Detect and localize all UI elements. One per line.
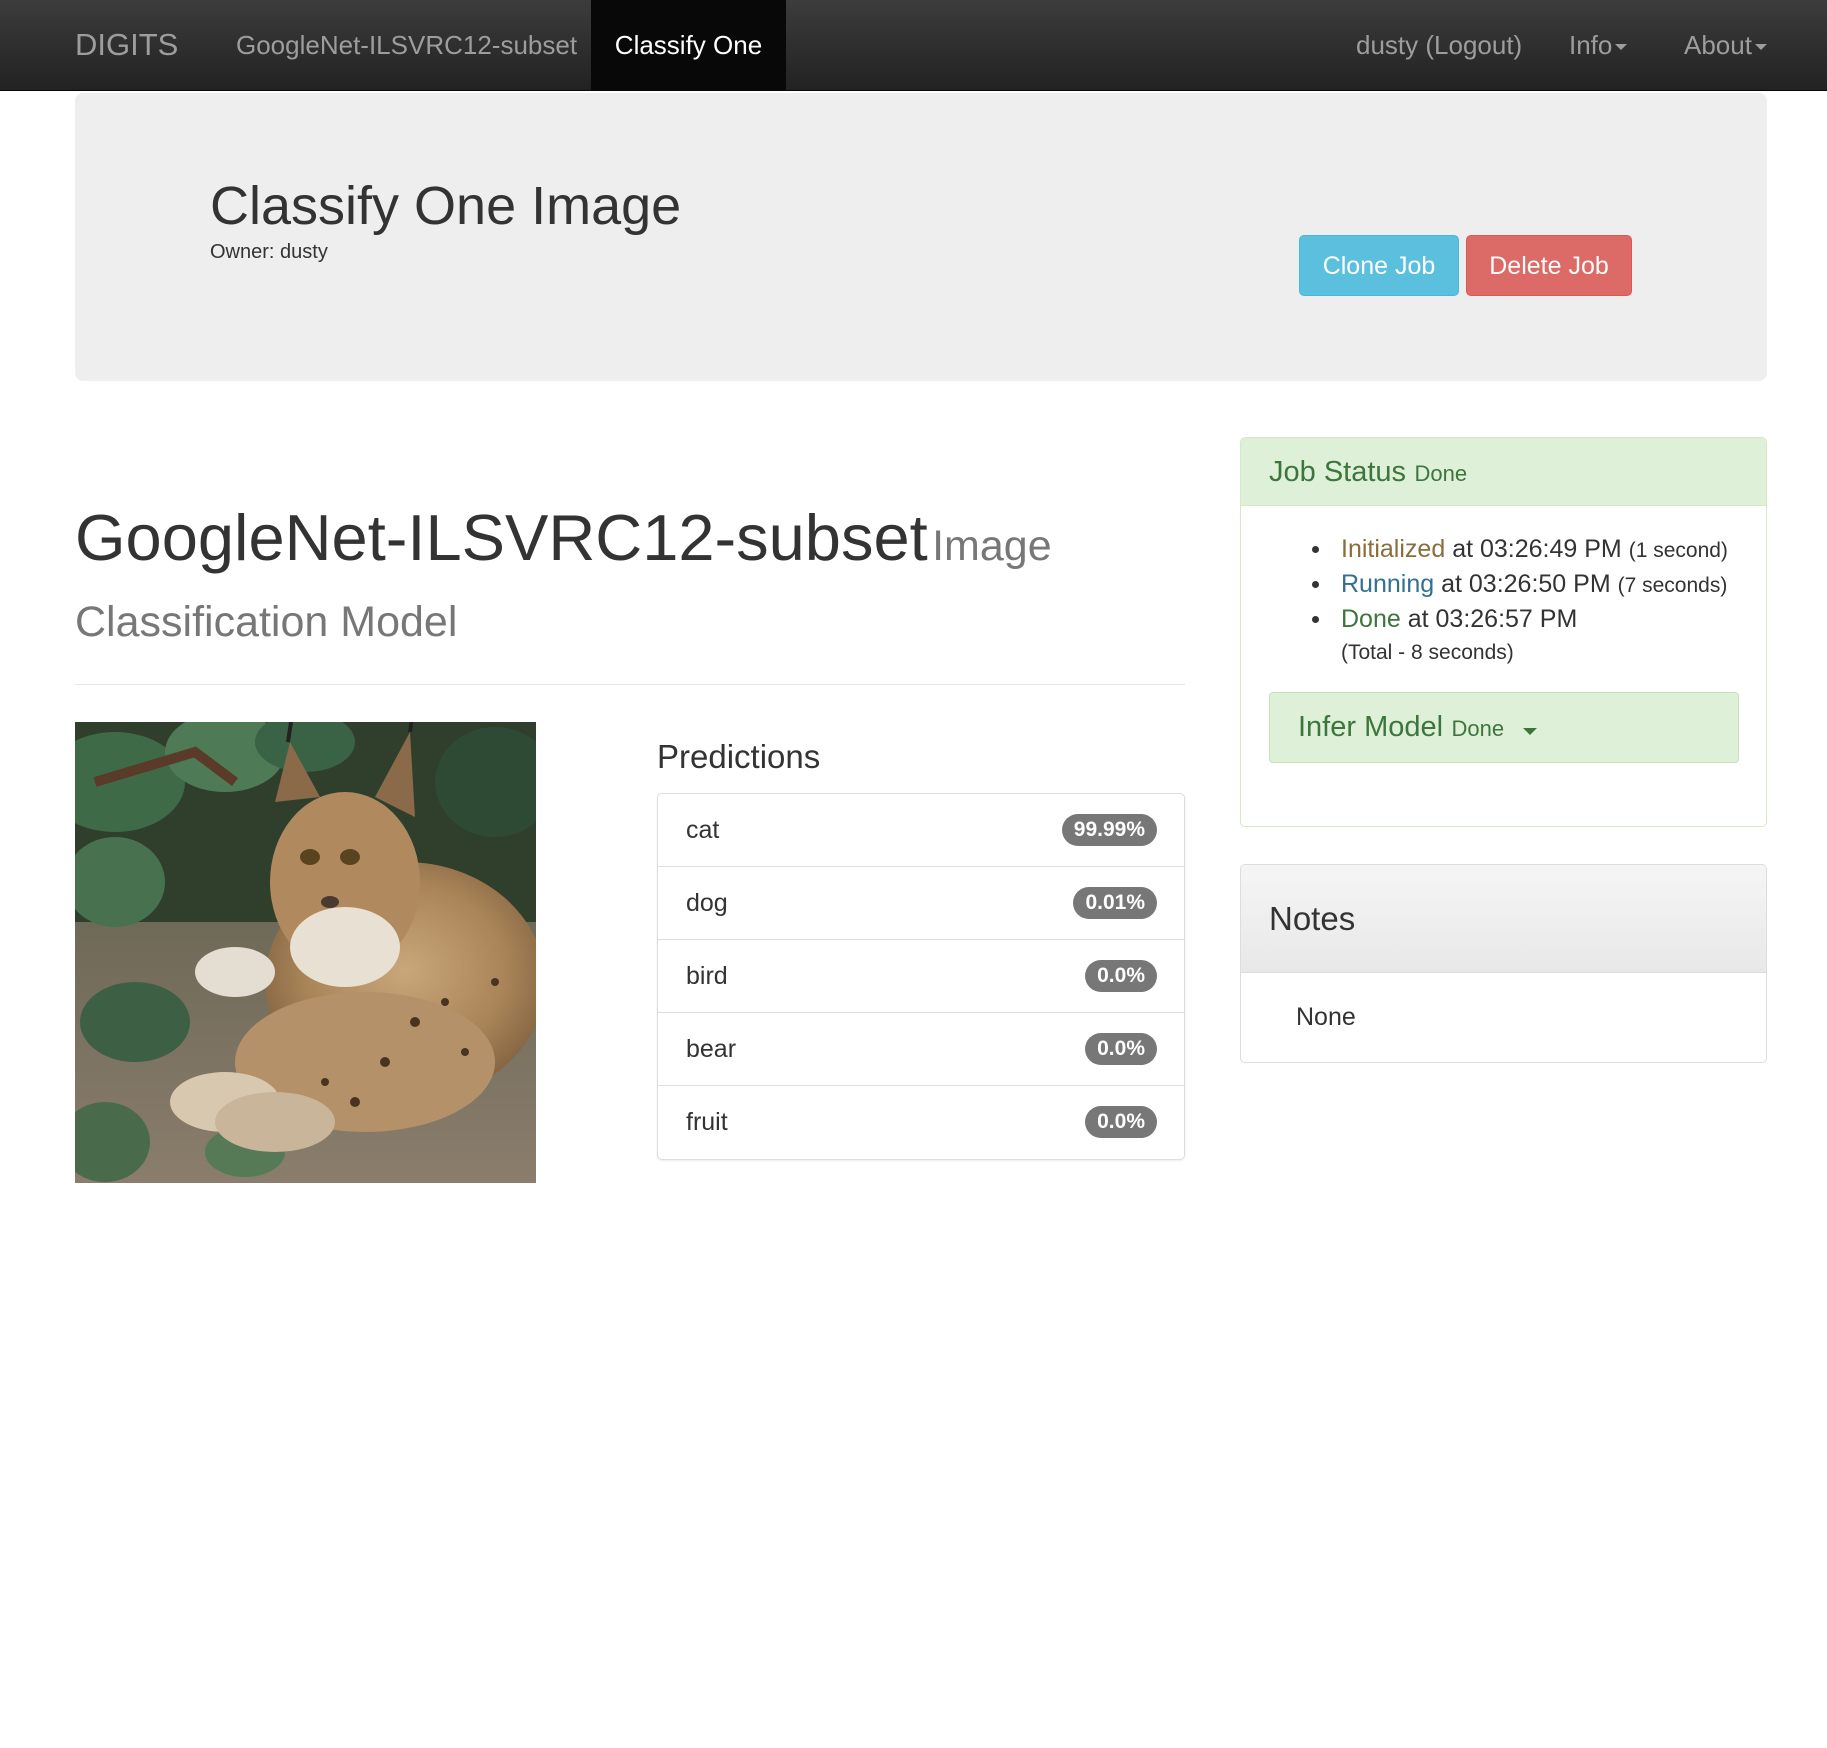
job-status-panel: Job Status Done Initialized at 03:26:49 … <box>1240 437 1767 827</box>
status-total-time: (Total - 8 seconds) <box>1341 641 1514 664</box>
list-item: fruit 0.0% <box>658 1086 1184 1159</box>
model-type-label: Image <box>932 522 1052 570</box>
lynx-photo <box>75 722 536 1183</box>
prediction-label: cat <box>686 816 720 844</box>
page-title: Classify One Image <box>210 176 682 236</box>
status-time: at 03:26:50 PM <box>1441 570 1611 598</box>
notes-title: Notes <box>1241 865 1766 973</box>
caret-down-icon <box>1615 44 1628 51</box>
caret-down-icon <box>1522 728 1537 736</box>
status-initialized: Initialized <box>1341 535 1446 563</box>
heading-divider <box>75 684 1185 685</box>
list-item: bird 0.0% <box>658 940 1184 1013</box>
model-heading: GoogleNet-ILSVRC12-subset Image <box>75 500 1185 575</box>
clone-job-button[interactable]: Clone Job <box>1299 235 1459 296</box>
top-navbar: DIGITS GoogleNet-ILSVRC12-subset Classif… <box>0 0 1827 91</box>
classified-image <box>75 722 536 1183</box>
prediction-badge: 99.99% <box>1061 814 1157 846</box>
about-dropdown[interactable]: About <box>1684 0 1767 90</box>
model-type-label-continued: Classification Model <box>75 598 458 646</box>
list-item: cat 99.99% <box>658 794 1184 867</box>
info-dropdown[interactable]: Info <box>1569 0 1628 90</box>
nav-tab-classify-one[interactable]: Classify One <box>591 0 786 90</box>
prediction-badge: 0.0% <box>1085 1033 1157 1065</box>
status-time: at 03:26:57 PM <box>1407 605 1578 633</box>
status-event: Running at 03:26:50 PM (7 seconds) <box>1297 567 1728 602</box>
predictions-heading: Predictions <box>657 738 821 775</box>
list-item: bear 0.0% <box>658 1013 1184 1086</box>
caret-down-icon <box>1754 44 1767 51</box>
infer-model-state: Done <box>1451 716 1505 741</box>
notes-panel: Notes None <box>1240 864 1767 1063</box>
infer-model-dropdown[interactable]: Infer Model Done <box>1269 692 1739 763</box>
prediction-label: dog <box>686 889 728 917</box>
info-label: Info <box>1569 30 1613 60</box>
predictions-list: cat 99.99% dog 0.01% bird 0.0% bear 0.0%… <box>657 793 1185 1160</box>
status-running: Running <box>1341 570 1435 598</box>
prediction-label: bird <box>686 962 728 990</box>
list-item: dog 0.01% <box>658 867 1184 940</box>
about-label: About <box>1684 30 1752 60</box>
prediction-label: fruit <box>686 1108 728 1136</box>
brand-link[interactable]: DIGITS <box>75 0 178 90</box>
status-duration: (7 seconds) <box>1617 574 1728 597</box>
status-time: at 03:26:49 PM <box>1452 535 1622 563</box>
prediction-label: bear <box>686 1035 737 1063</box>
status-done: Done <box>1341 605 1401 633</box>
job-status-header: Job Status Done <box>1241 438 1766 506</box>
status-history: Initialized at 03:26:49 PM (1 second) Ru… <box>1297 532 1728 637</box>
logout-link[interactable]: dusty (Logout) <box>1356 0 1522 90</box>
prediction-badge: 0.0% <box>1085 1106 1157 1138</box>
status-event: Done at 03:26:57 PM <box>1297 602 1728 637</box>
notes-content: None <box>1296 1003 1356 1031</box>
prediction-badge: 0.01% <box>1073 887 1157 919</box>
delete-job-button[interactable]: Delete Job <box>1466 235 1632 296</box>
page-header: Classify One Image Owner: dusty Clone Jo… <box>75 93 1767 381</box>
job-status-state: Done <box>1414 461 1468 486</box>
nav-model-link[interactable]: GoogleNet-ILSVRC12-subset <box>236 0 577 90</box>
status-event: Initialized at 03:26:49 PM (1 second) <box>1297 532 1728 567</box>
model-name-link[interactable]: GoogleNet-ILSVRC12-subset <box>75 501 928 574</box>
infer-model-title: Infer Model <box>1298 711 1444 743</box>
prediction-badge: 0.0% <box>1085 960 1157 992</box>
job-status-title: Job Status <box>1269 456 1407 488</box>
job-owner: Owner: dusty <box>210 241 328 263</box>
status-duration: (1 second) <box>1628 539 1728 562</box>
